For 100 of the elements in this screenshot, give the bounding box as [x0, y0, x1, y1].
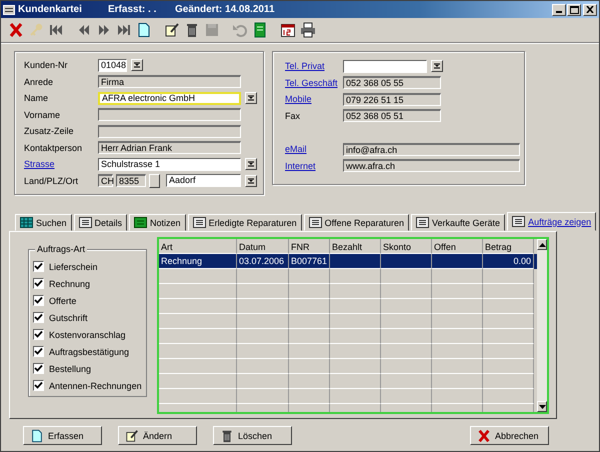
order-type-checkbox[interactable]: Gutschrift [33, 309, 146, 326]
up-arrow-icon[interactable] [538, 242, 546, 246]
tab[interactable]: Suchen [15, 214, 72, 231]
book-icon [252, 22, 268, 38]
empty-table-cell [237, 389, 289, 404]
empty-table-cell [432, 359, 483, 374]
empty-table-cell [237, 314, 289, 329]
order-type-checkbox[interactable]: Bestellung [33, 360, 146, 377]
dropdown-button[interactable] [131, 59, 143, 72]
save-icon [204, 22, 220, 38]
display-field: 052 368 05 55 [343, 76, 441, 90]
tab[interactable]: Offene Reparaturen [304, 214, 410, 231]
lookup-button[interactable] [149, 174, 160, 188]
app-icon [3, 4, 15, 14]
minimize-button[interactable] [552, 4, 566, 16]
document-icon [136, 22, 152, 38]
field-link[interactable]: Tel. Geschäft [285, 78, 340, 88]
list-icon [308, 217, 322, 228]
dropdown-button[interactable] [245, 158, 257, 170]
field-link[interactable]: Tel. Privat [285, 61, 340, 72]
empty-table-cell [432, 344, 483, 359]
tab[interactable]: Notizen [129, 214, 186, 231]
empty-table-cell [289, 389, 330, 404]
order-type-checkbox[interactable]: Rechnung [33, 275, 146, 292]
dropdown-button[interactable] [245, 174, 257, 187]
grid-icon [20, 217, 33, 228]
table-cell: B007761 [289, 254, 330, 269]
list-icon [512, 216, 526, 227]
list-icon [192, 217, 206, 228]
empty-table-cell [330, 374, 381, 389]
close-button[interactable] [583, 4, 597, 16]
toolbar-print-button[interactable] [298, 20, 317, 40]
table-row[interactable]: Rechnung 03.07.2006 B007761 0.00 [159, 254, 537, 269]
empty-table-cell [483, 374, 534, 389]
column-header[interactable]: Offen [432, 239, 483, 254]
empty-table-cell [330, 284, 381, 299]
dropdown-button[interactable] [431, 60, 443, 72]
document-icon [30, 428, 44, 442]
down-arrow-icon[interactable] [538, 404, 546, 408]
changed-date: Geändert: 14.08.2011 [175, 4, 275, 15]
notes-icon [134, 217, 148, 228]
edit-icon [164, 22, 180, 38]
empty-table-cell [330, 344, 381, 359]
dropdown-button[interactable] [245, 92, 257, 104]
edit-button[interactable]: Ändern [118, 426, 197, 445]
tab[interactable]: Aufträge zeigen [507, 212, 596, 231]
empty-table-cell [381, 389, 432, 404]
cross-icon [8, 22, 24, 38]
maximize-button[interactable] [567, 4, 581, 16]
calendar-icon [280, 22, 296, 38]
close-icon [586, 6, 594, 13]
city-field[interactable]: Aadorf [166, 174, 241, 188]
edit-icon [125, 428, 139, 442]
display-field: Firma [98, 75, 241, 88]
table-cell: Rechnung [159, 254, 237, 269]
order-type-checkbox[interactable]: Kostenvoranschlag [33, 326, 146, 343]
new-button[interactable]: Erfassen [23, 426, 102, 445]
empty-table-cell [432, 284, 483, 299]
skip-last-icon [116, 22, 132, 38]
column-header[interactable]: Bezahlt [330, 239, 381, 254]
field-label: Anrede [24, 76, 54, 87]
empty-table-cell [289, 314, 330, 329]
empty-table-cell [289, 269, 330, 284]
empty-table-cell [432, 329, 483, 344]
order-type-checkbox[interactable]: Antennen-Rechnungen [33, 377, 146, 394]
empty-table-cell [432, 389, 483, 404]
column-header[interactable]: Art [159, 239, 237, 254]
table-cell [432, 254, 483, 269]
customer-number-field[interactable]: 01048 [98, 58, 127, 72]
empty-table-cell [289, 284, 330, 299]
field-link[interactable]: Strasse [24, 159, 95, 170]
empty-table-cell [483, 299, 534, 314]
field-label: Fax [285, 110, 302, 121]
field-link[interactable]: Internet [285, 160, 340, 171]
column-header[interactable]: Datum [237, 239, 289, 254]
tab[interactable]: Details [74, 214, 128, 231]
trash-button[interactable]: Löschen [213, 426, 292, 445]
order-type-checkbox[interactable]: Auftragsbestätigung [33, 343, 146, 360]
field-label: Name [24, 93, 50, 104]
combo-field[interactable]: Schulstrasse 1 [98, 158, 241, 171]
scrollbar[interactable] [537, 239, 547, 412]
empty-table-cell [381, 314, 432, 329]
empty-table-cell [237, 359, 289, 374]
column-header[interactable]: Skonto [381, 239, 432, 254]
order-type-checkbox[interactable]: Lieferschein [33, 258, 146, 275]
phone-combo-field[interactable] [343, 60, 427, 73]
cancel-button[interactable]: Abbrechen [470, 426, 549, 445]
combo-field[interactable]: AFRA electronic GmbH [98, 92, 241, 105]
empty-table-cell [381, 269, 432, 284]
column-header[interactable]: FNR [289, 239, 330, 254]
tab[interactable]: Erledigte Reparaturen [188, 214, 302, 231]
column-header[interactable]: Betrag [483, 239, 534, 254]
order-type-checkbox[interactable]: Offerte [33, 292, 146, 309]
field-link[interactable]: eMail [285, 144, 340, 154]
field-label: Vorname [24, 110, 62, 120]
tab[interactable]: Verkaufte Geräte [411, 214, 506, 231]
display-field: Herr Adrian Frank [98, 141, 241, 154]
skip-first-icon [48, 22, 64, 38]
field-link[interactable]: Mobile [285, 94, 340, 104]
empty-table-cell [289, 329, 330, 344]
